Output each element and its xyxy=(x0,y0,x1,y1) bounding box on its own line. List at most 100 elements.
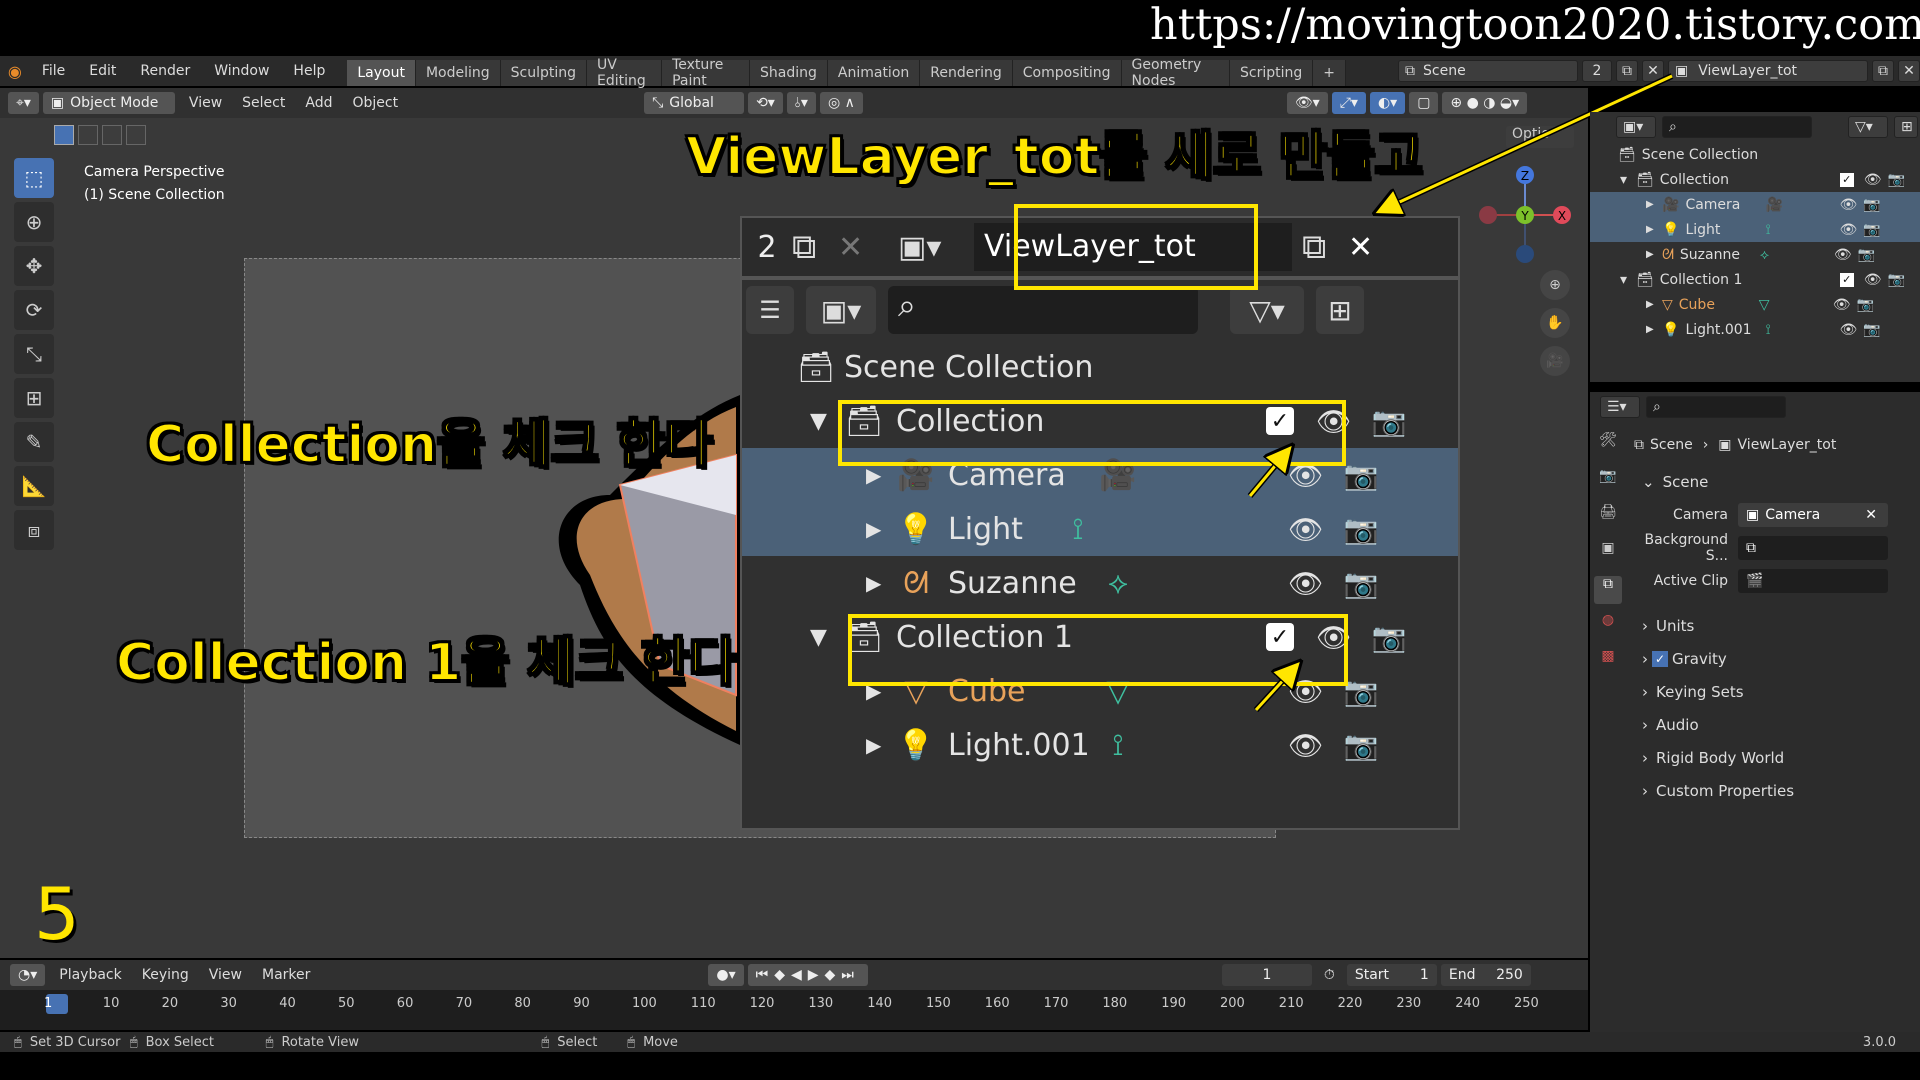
start-label: Start xyxy=(1354,967,1390,983)
collection-1-checkbox[interactable]: ✓ xyxy=(1839,272,1854,287)
outliner-row-cube[interactable]: ▶ ▽ Cube ▽ 👁 📷 xyxy=(1590,292,1920,317)
menu-playback[interactable]: Playback xyxy=(49,967,131,983)
gravity-checkbox[interactable]: ✓ xyxy=(1652,650,1668,667)
expand-right-icon[interactable]: ▶ xyxy=(1646,224,1662,235)
outliner-panel: ▣▾ ⌕ ▽▾ ⊞ 🗃 Scene Collection ▾ 🗃 Collection… xyxy=(1590,112,1920,382)
breadcrumb-view-layer: ViewLayer_tot xyxy=(1737,436,1837,453)
timeline-tick: 180 xyxy=(1102,996,1128,1011)
outliner-row-suzanne[interactable]: ▶ ᘛ Suzanne ⟡ 👁 📷 xyxy=(1590,242,1920,267)
eye-icon[interactable]: 👁 xyxy=(1834,247,1852,263)
timeline-tick: 30 xyxy=(220,996,237,1011)
timeline-tick: 140 xyxy=(867,996,893,1011)
render-camera-icon[interactable]: 📷 xyxy=(1858,247,1875,263)
blender-version: 3.0.0 xyxy=(1862,1034,1896,1050)
outliner-row-light[interactable]: ▶ 💡 Light ⟟ 👁 📷 xyxy=(1590,217,1920,242)
camera-field-value: Camera xyxy=(1765,506,1821,523)
render-camera-icon[interactable]: 📷 xyxy=(1888,272,1905,288)
menu-timeline-view[interactable]: View xyxy=(199,967,252,983)
eye-icon[interactable]: 👁 xyxy=(1839,322,1857,338)
timeline-tick: 230 xyxy=(1396,996,1422,1011)
timeline-ruler[interactable]: 1 10 20 30 40 50 60 70 80 90 100 110 120 130 140 150 160… xyxy=(0,990,1588,1030)
background-field[interactable]: ⧉ xyxy=(1738,535,1888,560)
background-property-label: Background S... xyxy=(1644,531,1728,564)
chevron-right-icon: › xyxy=(1642,616,1648,635)
timeline-tick: 120 xyxy=(749,996,775,1011)
outliner-filter-icon[interactable]: ▽▾ xyxy=(1848,116,1888,138)
menu-marker[interactable]: Marker xyxy=(252,967,320,983)
render-camera-icon[interactable]: 📷 xyxy=(1863,222,1880,238)
eye-icon[interactable]: 👁 xyxy=(1839,197,1857,213)
view-layer-tab-icon[interactable]: ▣ xyxy=(1594,540,1622,568)
render-camera-icon[interactable]: 📷 xyxy=(1863,322,1880,338)
eye-icon[interactable]: 👁 xyxy=(1839,222,1857,238)
expand-right-icon[interactable]: ▶ xyxy=(1646,324,1662,335)
keying-sets-panel[interactable]: › Keying Sets xyxy=(1634,675,1914,708)
image-icon: ▣ xyxy=(1718,436,1732,453)
outliner-row-label: Collection xyxy=(1659,171,1730,188)
outliner-display-icon[interactable]: ▣▾ xyxy=(1616,116,1656,138)
status-bar: 🖱 Set 3D Cursor 🖱 Box Select 🖱 Rotate Vi… xyxy=(0,1032,1920,1052)
outliner-row-light-001[interactable]: ▶ 💡 Light.001 ⟟ 👁 📷 xyxy=(1590,317,1920,342)
start-frame-field[interactable]: Start 1 xyxy=(1346,964,1437,986)
expand-right-icon[interactable]: ▶ xyxy=(1646,249,1662,260)
rigid-body-panel[interactable]: › Rigid Body World xyxy=(1634,741,1914,774)
outliner-row-label: Camera xyxy=(1685,196,1741,213)
outliner-row-camera[interactable]: ▶ 🎥 Camera 🎥 👁 📷 xyxy=(1590,192,1920,217)
mouse-drag-icon: 🖱 xyxy=(129,1034,138,1050)
expand-right-icon[interactable]: ▶ xyxy=(1646,199,1662,210)
eye-icon[interactable]: 👁 xyxy=(1864,172,1882,188)
audio-panel[interactable]: › Audio xyxy=(1634,708,1914,741)
record-icon[interactable]: ●▾ xyxy=(708,964,744,986)
outliner-search-icon[interactable]: ⌕ xyxy=(1662,116,1812,138)
playback-controls-icon[interactable]: ⏮◆◀▶◆⏭ xyxy=(747,964,868,986)
render-tab-icon[interactable]: 📷 xyxy=(1594,468,1622,496)
light-data-icon: ⟟ xyxy=(1765,221,1771,238)
menu-keying[interactable]: Keying xyxy=(132,967,199,983)
render-camera-icon[interactable]: 📷 xyxy=(1863,197,1880,213)
expand-down-icon[interactable]: ▾ xyxy=(1620,172,1636,188)
eye-icon[interactable]: 👁 xyxy=(1864,272,1882,288)
camera-field[interactable]: ▣ Camera ✕ xyxy=(1738,502,1888,527)
timeline-tick: 210 xyxy=(1278,996,1304,1011)
properties-search-icon[interactable]: ⌕ xyxy=(1646,396,1786,418)
timeline-tick: 1 xyxy=(44,996,53,1011)
expand-down-icon[interactable]: ▾ xyxy=(1620,272,1636,288)
chevron-down-icon: ⌄ xyxy=(1642,472,1655,491)
eye-icon[interactable]: 👁 xyxy=(1833,297,1851,313)
tool-tab-icon[interactable]: 🛠 xyxy=(1594,432,1622,460)
clear-icon[interactable]: ✕ xyxy=(1865,507,1877,523)
mouse-middle-icon: 🖱 xyxy=(265,1034,274,1050)
render-camera-icon[interactable]: 📷 xyxy=(1888,172,1905,188)
status-box-select: Box Select xyxy=(145,1034,215,1050)
timeline-tick: 130 xyxy=(808,996,834,1011)
current-frame-field[interactable]: 1 xyxy=(1221,964,1312,986)
chevron-right-icon: › xyxy=(1642,748,1648,767)
render-camera-icon[interactable]: 📷 xyxy=(1857,297,1874,313)
expand-right-icon[interactable]: ▶ xyxy=(1646,299,1662,310)
chevron-right-icon: › xyxy=(1642,781,1648,800)
background-property: Background S... ⧉ xyxy=(1634,531,1914,564)
outliner-row-collection-1[interactable]: ▾ 🗃 Collection 1 ✓ 👁 📷 xyxy=(1590,267,1920,292)
gravity-panel[interactable]: › ✓ Gravity xyxy=(1634,642,1914,675)
timer-icon[interactable]: ⏱ xyxy=(1316,964,1343,986)
end-frame-field[interactable]: End 250 xyxy=(1440,964,1531,986)
units-panel[interactable]: › Units xyxy=(1634,609,1914,642)
scene-section-header[interactable]: ⌄ Scene xyxy=(1634,465,1914,498)
timeline-tick: 50 xyxy=(338,996,355,1011)
mesh-data-icon: ▽ xyxy=(1758,296,1770,313)
collection-checkbox[interactable]: ✓ xyxy=(1839,172,1854,187)
outliner-new-collection-icon[interactable]: ⊞ xyxy=(1894,116,1918,138)
world-tab-icon[interactable]: ◍ xyxy=(1594,612,1622,640)
output-tab-icon[interactable]: 🖨 xyxy=(1594,504,1622,532)
timeline-editor-icon[interactable]: ◔▾ xyxy=(10,964,46,986)
timeline-tick: 70 xyxy=(455,996,473,1011)
outliner-row-collection[interactable]: ▾ 🗃 Collection ✓ 👁 📷 xyxy=(1590,167,1920,192)
active-clip-field[interactable]: 🎬 xyxy=(1738,568,1888,593)
scene-tab-icon[interactable]: ⧉ xyxy=(1594,576,1622,604)
outliner-row-scene-collection[interactable]: 🗃 Scene Collection xyxy=(1590,142,1920,167)
properties-editor-icon[interactable]: ☰▾ xyxy=(1600,396,1640,418)
timeline-tick: 110 xyxy=(690,996,716,1011)
texture-tab-icon[interactable]: ▩ xyxy=(1594,648,1622,676)
timeline-tick: 60 xyxy=(396,996,414,1011)
custom-properties-panel[interactable]: › Custom Properties xyxy=(1634,774,1914,807)
